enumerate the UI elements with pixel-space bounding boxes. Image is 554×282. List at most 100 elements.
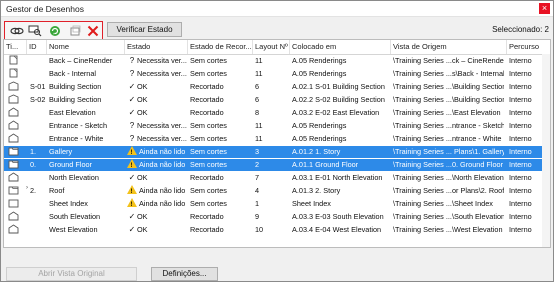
table-row[interactable]: Entrance - White? Necessita ver... Sem cor… [4,133,550,145]
warning-icon [127,185,137,197]
question-icon: ? [129,56,135,65]
cell-source-view: \Training Series ...\South Elevation [393,212,504,221]
cell-status: Ainda não lido [125,146,187,158]
copy-icon[interactable] [67,24,83,38]
cell-status: ✓ OK [125,107,187,119]
warning-icon [127,198,137,210]
cell-status: ✓ OK [125,172,187,184]
column-header-path[interactable]: Percurso [507,40,550,54]
close-icon[interactable]: × [539,3,550,14]
cell-name: North Elevation [49,173,99,182]
cell-status: ? Necessita ver... [125,120,187,132]
column-header-layout[interactable]: Layout Nº [253,40,290,54]
drawing-manager-window: Gestor de Desenhos × Verificar Estado Se… [0,0,554,282]
table-row[interactable]: S-01 Building Section ✓ OK Recortado 6 A.02.1 … [4,81,550,93]
question-icon: ? [129,69,135,78]
table-row[interactable]: 0. Ground Floor Ainda não lido Sem cortes 2 A… [4,159,550,171]
elevation-icon [6,120,26,132]
update-icon[interactable] [47,24,63,38]
column-header-status[interactable]: Estado [125,40,188,54]
cell-placed-in: A.02.2 S-02 Building Section [292,95,385,104]
cell-id: S-02 [30,95,46,104]
warning-icon [127,159,137,171]
cell-id: S-01 [30,82,46,91]
cell-id [28,211,46,223]
cell-name: Building Section [49,95,102,104]
drawings-table[interactable]: Ti... ID Nome Estado Estado de Recor... … [3,39,551,248]
table-row[interactable]: East Elevation ✓ OK Recortado 8 A.03.2 E-02 E… [4,107,550,119]
cell-status: ✓ OK [125,94,187,106]
sheet-icon [6,55,26,67]
status-text: Ainda não lido [139,147,186,156]
floor-plan-icon [6,159,26,171]
warning-icon [127,146,137,158]
table-header: Ti... ID Nome Estado Estado de Recor... … [4,40,550,55]
column-header-type[interactable]: Ti... [4,40,27,54]
cell-layout: 11 [255,121,263,130]
search-drawings-icon[interactable] [27,24,43,38]
table-row[interactable]: West Elevation ✓ OK Recortado 10 A.03.4 E-04 … [4,224,550,236]
status-text: OK [137,212,148,221]
cell-placed-in: A.03.1 E-01 North Elevation [292,173,383,182]
table-row[interactable]: North Elevation ✓ OK Recortado 7 A.03.1 E-01 … [4,172,550,184]
cell-name: Gallery [49,147,73,156]
cell-layout: 11 [255,69,263,78]
question-icon: ? [129,134,135,143]
title-bar: Gestor de Desenhos × [1,1,553,17]
cell-layout: 6 [255,82,260,91]
table-row[interactable]: South Elevation ✓ OK Recortado 9 A.03.3 E-03 … [4,211,550,223]
table-row[interactable]: Back – CineRender? Necessita ver... Sem co… [4,55,550,67]
check-icon: ✓ [128,173,136,182]
cell-status: ? Necessita ver... [125,133,187,145]
table-row[interactable]: Entrance - Sketch? Necessita ver... Sem co… [4,120,550,132]
cell-name: Roof [49,186,65,195]
cell-cut-state: Recortado [190,82,224,91]
cell-id [28,198,46,210]
cell-id [28,224,46,236]
column-header-name[interactable]: Nome [47,40,125,54]
vertical-scrollbar[interactable] [542,54,550,247]
cell-source-view: \Training Series ...s\Back - Internal [393,69,504,78]
column-header-placed-in[interactable]: Colocado em [290,40,391,54]
table-row[interactable]: ›2.RoofAinda não lidoSem cortes4A.01.3 2… [4,185,550,197]
cell-source-view: \Training Series ...\North Elevation [393,173,504,182]
cell-id [28,120,46,132]
verify-status-button[interactable]: Verificar Estado [107,22,182,37]
table-row[interactable]: S-02 Building Section ✓ OK Recortado 6 A.02.2 … [4,94,550,106]
cell-placed-in: A.05 Renderings [292,69,347,78]
cell-status: ✓ OK [125,211,187,223]
table-row[interactable]: Sheet Index Ainda não lido Sem cortes 1 Shee… [4,198,550,210]
cell-name: Sheet Index [49,199,88,208]
cell-placed-in: A.01.1 Ground Floor [292,160,359,169]
cell-name: Entrance - Sketch [49,121,107,130]
cell-name: Entrance - White [49,134,104,143]
table-row[interactable]: Back - Internal? Necessita ver... Sem cort… [4,68,550,80]
delete-icon[interactable] [85,24,101,38]
cell-id: 2. [30,186,37,195]
status-text: OK [137,225,148,234]
cell-placed-in: A.05 Renderings [292,134,347,143]
cell-name: Back - Internal [49,69,97,78]
column-header-cut-state[interactable]: Estado de Recor... [188,40,253,54]
elevation-icon [6,224,26,236]
table-row[interactable]: 1. Gallery Ainda não lido Sem cortes 3 A.01.2… [4,146,550,158]
open-original-view-button[interactable]: Abrir Vista Original [6,267,137,281]
cell-layout: 9 [255,212,260,221]
settings-button[interactable]: Definições... [151,267,218,281]
cell-placed-in: A.02.1 S-01 Building Section [292,82,385,91]
elevation-icon [6,107,26,119]
status-text: Necessita ver... [137,69,187,78]
cell-source-view: \Training Series ...or Plans\2. Roof [393,186,504,195]
cell-status: ✓ OK [125,224,187,236]
column-header-source-view[interactable]: Vista de Origem [391,40,507,54]
cell-cut-state: Sem cortes [190,147,227,156]
column-header-id[interactable]: ID [27,40,47,54]
cell-name: Ground Floor [49,160,92,169]
status-text: OK [137,108,148,117]
cell-source-view: \Training Series ...ntrance - Sketch [393,121,504,130]
check-icon: ✓ [128,95,136,104]
link-drawings-icon[interactable] [9,24,25,38]
cell-source-view: \Training Series ...0. Ground Floor [393,160,504,169]
cell-layout: 10 [255,225,264,234]
sheet-icon [6,68,26,80]
